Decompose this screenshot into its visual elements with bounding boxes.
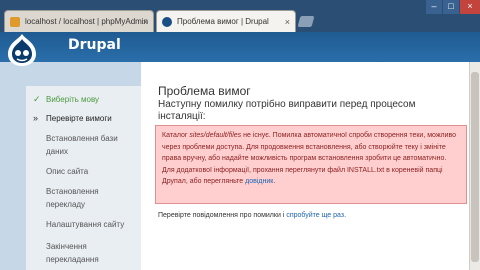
step-label: Налаштування сайту (46, 220, 125, 229)
window-close-button[interactable]: × (460, 0, 480, 14)
handbook-link[interactable]: довідник (245, 178, 273, 185)
step-label: Встановлення бази даних (46, 134, 118, 156)
install-steps-sidebar: ✓ Виберіть мову » Перевірте вимоги Встан… (26, 86, 142, 270)
tab-title: localhost / localhost | phpMyAdmin (25, 17, 149, 26)
retry-link[interactable]: спробуйте ще раз (286, 212, 344, 219)
step-finish-translation: Закінчення перекладання (46, 240, 136, 266)
vertical-scrollbar[interactable] (469, 62, 480, 270)
scrollbar-thumb[interactable] (471, 72, 479, 262)
browser-tab-bar: localhost / localhost | phpMyAdmin × Про… (0, 0, 480, 32)
step-label: Виберіть мову (46, 95, 100, 104)
new-tab-button[interactable] (297, 16, 315, 27)
step-install-translation: Встановлення перекладу (46, 185, 136, 211)
tab-title: Проблема вимог | Drupal (177, 17, 269, 26)
step-choose-language: ✓ Виберіть мову (33, 93, 136, 106)
step-label: Закінчення перекладання (46, 242, 99, 264)
tab-close-icon[interactable]: × (143, 11, 148, 32)
step-label: Опис сайта (46, 167, 89, 176)
page-subtitle: Наступну помилку потрібно виправити пере… (158, 99, 416, 122)
step-database-setup: Встановлення бази даних (46, 132, 136, 158)
error-text-start: Каталог (162, 132, 190, 139)
window-minimize-button[interactable]: – (426, 0, 442, 14)
tab-drupal[interactable]: Проблема вимог | Drupal × (156, 10, 296, 32)
error-text-end: . (273, 178, 276, 185)
drupal-logo-icon[interactable] (6, 33, 38, 67)
drupal-favicon-icon (162, 17, 172, 27)
error-text: не існує. Помилка автоматичної спроби ст… (162, 132, 457, 185)
page-title: Проблема вимог (158, 84, 251, 98)
retry-note: Перевірте повідомлення про помилки і спр… (158, 212, 346, 219)
step-verify-requirements: » Перевірте вимоги (33, 112, 136, 125)
error-message: Каталог sites/default/files не існує. По… (155, 125, 467, 204)
retry-note-end: . (344, 212, 347, 219)
phpmyadmin-favicon-icon (10, 17, 20, 27)
step-label: Перевірте вимоги (46, 114, 112, 123)
tab-phpmyadmin[interactable]: localhost / localhost | phpMyAdmin × (4, 10, 154, 32)
retry-note-text: Перевірте повідомлення про помилки і (158, 212, 287, 219)
window-maximize-button[interactable]: □ (443, 0, 459, 14)
site-name[interactable]: Drupal (68, 37, 121, 53)
tab-close-icon[interactable]: × (285, 11, 290, 32)
current-step-icon: » (33, 113, 39, 123)
step-site-configuration: Налаштування сайту (46, 218, 136, 231)
step-site-description: Опис сайта (46, 165, 136, 178)
error-path: sites/default/files (189, 132, 242, 139)
checkmark-icon: ✓ (33, 94, 41, 104)
step-label: Встановлення перекладу (46, 187, 99, 209)
